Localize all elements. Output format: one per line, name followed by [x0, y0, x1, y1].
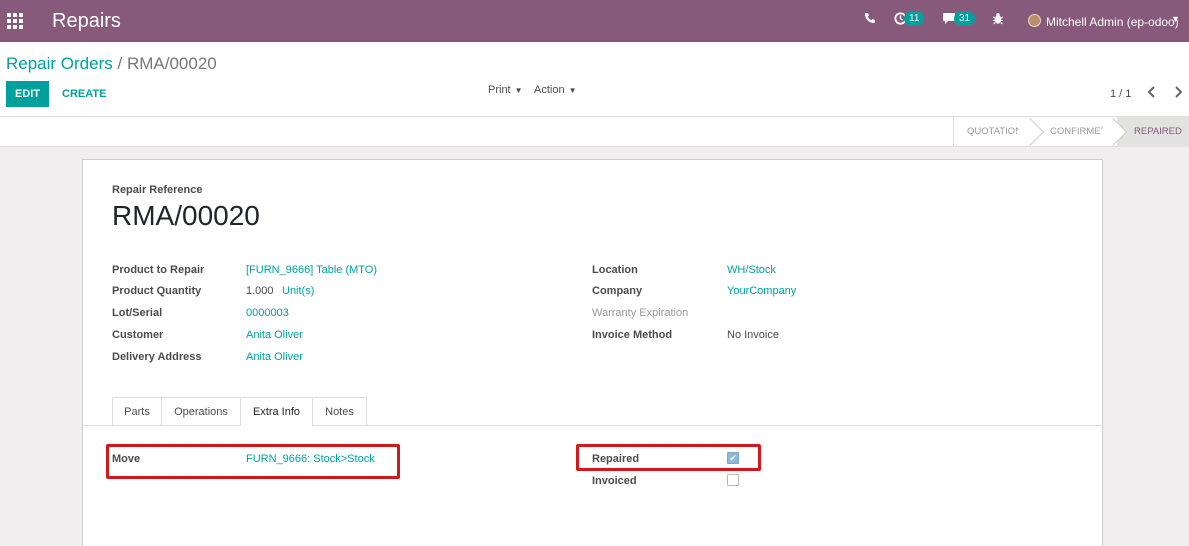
stage-repaired[interactable]: REPAIRED — [1134, 117, 1182, 147]
invoiced-label: Invoiced — [592, 475, 637, 487]
uom-link[interactable]: Unit(s) — [282, 285, 314, 297]
breadcrumb-separator: / — [117, 54, 123, 73]
stage-quotation[interactable]: QUOTATION — [967, 117, 1022, 147]
delivery-address-label: Delivery Address — [112, 351, 202, 363]
invoice-method-value: No Invoice — [727, 329, 779, 341]
caret-down-icon: ▼ — [568, 86, 577, 95]
repair-reference-label: Repair Reference — [112, 184, 203, 196]
print-label: Print — [488, 84, 511, 96]
tab-operations[interactable]: Operations — [161, 397, 241, 426]
breadcrumb-repair-orders-link[interactable]: Repair Orders — [6, 54, 113, 73]
pager-value[interactable]: 1 / 1 — [1110, 88, 1131, 100]
company-label: Company — [592, 285, 643, 297]
repaired-highlight-box — [576, 444, 761, 471]
chevron-right-icon[interactable] — [1173, 85, 1183, 101]
stage-divider — [953, 117, 954, 147]
print-dropdown[interactable]: Print ▼ — [488, 84, 523, 96]
phone-icon[interactable] — [864, 12, 876, 27]
user-menu-name[interactable]: Mitchell Admin (ep-odoo) — [1046, 15, 1179, 29]
product-quantity-value: 1.000 — [246, 285, 274, 297]
form-sheet: Repair Reference RMA/00020 Product to Re… — [82, 159, 1104, 546]
location-link[interactable]: WH/Stock — [727, 264, 776, 276]
action-dropdown[interactable]: Action ▼ — [534, 84, 577, 96]
customer-link[interactable]: Anita Oliver — [246, 329, 303, 341]
warranty-expiration-label: Warranty Expiration — [592, 307, 689, 319]
tab-notes[interactable]: Notes — [312, 397, 367, 426]
invoice-method-label: Invoice Method — [592, 329, 673, 341]
messages-count-badge[interactable]: 31 — [954, 11, 976, 26]
invoiced-checkbox[interactable] — [727, 474, 739, 486]
lot-serial-link[interactable]: 0000003 — [246, 307, 289, 319]
product-to-repair-label: Product to Repair — [112, 264, 205, 276]
company-link[interactable]: YourCompany — [727, 285, 796, 297]
bug-icon[interactable] — [992, 12, 1004, 28]
tab-extra-info[interactable]: Extra Info — [240, 397, 313, 426]
product-quantity-label: Product Quantity — [112, 285, 202, 297]
tab-parts[interactable]: Parts — [112, 397, 162, 426]
lot-serial-label: Lot/Serial — [112, 307, 163, 319]
caret-down-icon: ▼ — [514, 86, 523, 95]
apps-grid-icon[interactable] — [7, 13, 23, 29]
edit-button[interactable]: EDIT — [6, 81, 49, 107]
move-highlight-box — [106, 444, 400, 479]
product-to-repair-link[interactable]: [FURN_9666] Table (MTO) — [246, 264, 377, 276]
control-panel: Repair Orders / RMA/00020 EDIT CREATE Pr… — [0, 42, 1189, 117]
status-bar: QUOTATION CONFIRMED REPAIRED — [0, 117, 1189, 147]
chevron-left-icon[interactable] — [1147, 85, 1157, 101]
breadcrumb: Repair Orders / RMA/00020 — [6, 54, 217, 74]
breadcrumb-current: RMA/00020 — [126, 54, 217, 73]
action-label: Action — [534, 84, 565, 96]
repair-reference-value: RMA/00020 — [112, 200, 260, 231]
top-navbar: Repairs 11 31 Mitchell Admin (ep-odoo) ▼ — [0, 0, 1189, 42]
create-button[interactable]: CREATE — [62, 88, 106, 100]
avatar-icon[interactable] — [1028, 14, 1041, 27]
activity-count-badge[interactable]: 11 — [904, 11, 925, 26]
caret-down-icon[interactable]: ▼ — [1171, 14, 1180, 24]
customer-label: Customer — [112, 329, 164, 341]
location-label: Location — [592, 264, 638, 276]
app-title[interactable]: Repairs — [52, 10, 121, 33]
delivery-address-link[interactable]: Anita Oliver — [246, 351, 303, 363]
